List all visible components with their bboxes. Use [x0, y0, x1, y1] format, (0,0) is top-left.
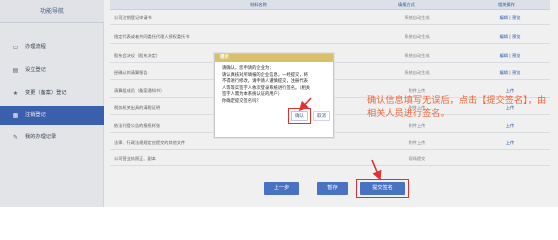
- arrow-to-confirm: [298, 97, 312, 112]
- save-draft-button[interactable]: 暂存: [317, 182, 348, 195]
- arrow-to-submit: [371, 159, 382, 181]
- previous-step-button[interactable]: 上一步: [264, 182, 299, 195]
- submit-signature-button[interactable]: 提交签名: [360, 182, 405, 195]
- instruction-annotation: 确认信息填写无误后，点击【提交签名】，由相关人员进行签名。: [367, 95, 547, 119]
